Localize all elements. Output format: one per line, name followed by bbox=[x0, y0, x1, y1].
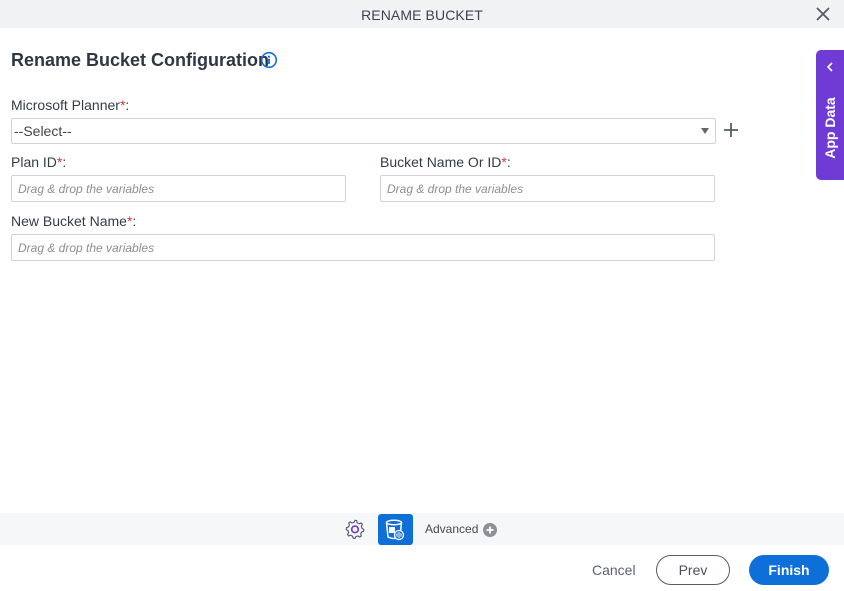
placeholder: Drag & drop the variables bbox=[18, 241, 155, 255]
label-colon: : bbox=[132, 213, 137, 229]
label-colon: : bbox=[125, 97, 130, 113]
placeholder: Drag & drop the variables bbox=[18, 182, 155, 196]
new-bucket-name-label: New Bucket Name*: bbox=[11, 213, 136, 229]
plus-circle-icon[interactable] bbox=[483, 523, 497, 537]
advanced-toggle[interactable]: Advanced bbox=[425, 522, 478, 536]
label-colon: : bbox=[506, 154, 511, 170]
select-value: --Select-- bbox=[14, 123, 72, 139]
gear-icon[interactable] bbox=[344, 518, 366, 540]
app-data-panel-toggle[interactable]: App Data bbox=[816, 50, 844, 180]
app-data-label: App Data bbox=[822, 97, 838, 159]
bucket-name-or-id-input[interactable]: Drag & drop the variables bbox=[380, 175, 715, 202]
page-title: Rename Bucket Configuration bbox=[11, 50, 270, 70]
microsoft-planner-select[interactable]: --Select-- bbox=[11, 118, 716, 144]
chevron-left-icon bbox=[826, 62, 833, 72]
plan-id-label: Plan ID*: bbox=[11, 154, 66, 170]
new-bucket-name-input[interactable]: Drag & drop the variables bbox=[11, 234, 715, 261]
dropdown-arrow-icon bbox=[701, 128, 709, 134]
bottom-toolbar bbox=[0, 513, 844, 545]
prev-button[interactable]: Prev bbox=[656, 555, 730, 585]
cancel-button[interactable]: Cancel bbox=[592, 562, 636, 578]
title-bar: RENAME BUCKET bbox=[0, 0, 844, 28]
placeholder: Drag & drop the variables bbox=[387, 182, 524, 196]
microsoft-planner-label: Microsoft Planner*: bbox=[11, 97, 129, 113]
close-icon[interactable] bbox=[814, 5, 832, 23]
plus-icon[interactable] bbox=[722, 121, 740, 139]
finish-button[interactable]: Finish bbox=[749, 555, 829, 585]
label-text: New Bucket Name bbox=[11, 213, 127, 229]
plan-id-input[interactable]: Drag & drop the variables bbox=[11, 175, 346, 202]
info-icon[interactable] bbox=[260, 51, 278, 69]
label-colon: : bbox=[62, 154, 67, 170]
window-title: RENAME BUCKET bbox=[361, 7, 483, 23]
label-text: Microsoft Planner bbox=[11, 97, 120, 113]
label-text: Plan ID bbox=[11, 154, 57, 170]
bucket-name-or-id-label: Bucket Name Or ID*: bbox=[380, 154, 511, 170]
bucket-step-button[interactable] bbox=[378, 514, 413, 545]
bucket-icon bbox=[385, 519, 405, 541]
label-text: Bucket Name Or ID bbox=[380, 154, 502, 170]
